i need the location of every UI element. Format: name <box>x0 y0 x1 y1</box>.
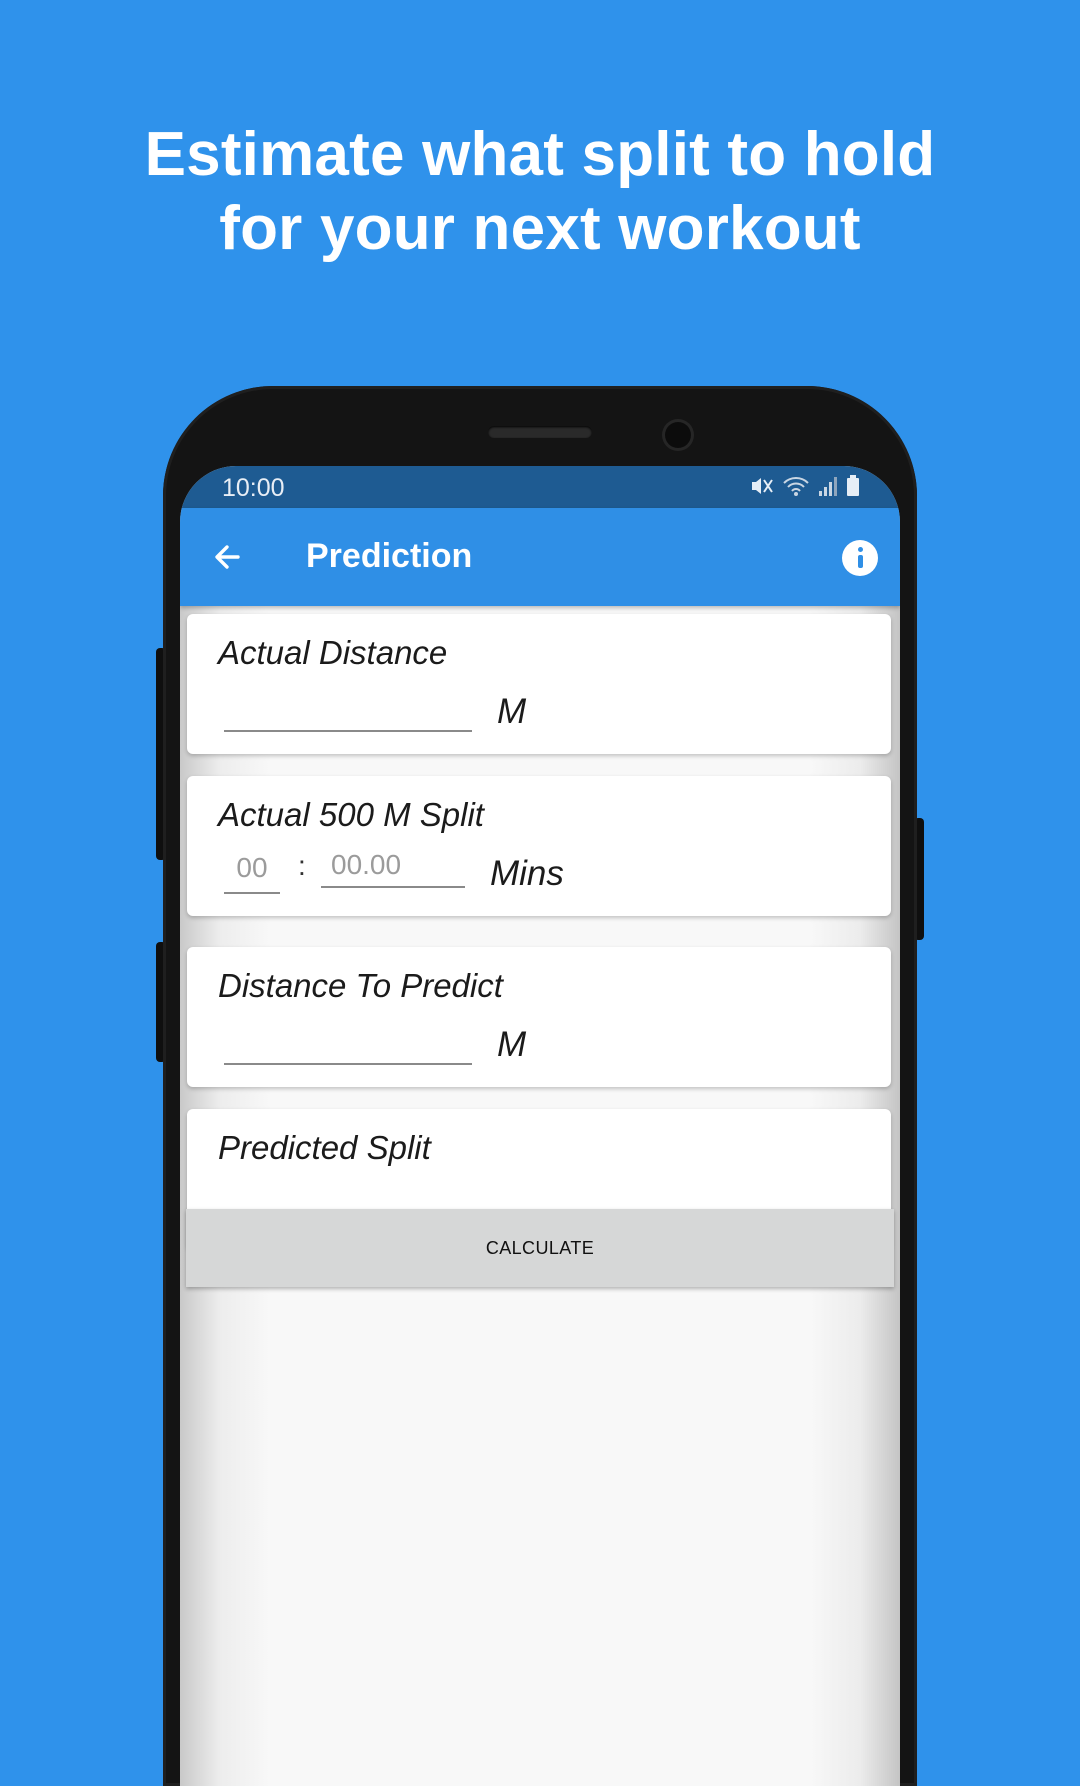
phone-frame: 10:00 Prediction Actual Distance M Actua… <box>163 386 917 1786</box>
wifi-icon <box>782 475 810 497</box>
status-time: 10:00 <box>222 474 285 502</box>
info-button[interactable] <box>842 540 878 576</box>
calculate-button[interactable]: CALCULATE <box>186 1209 894 1287</box>
phone-speaker <box>488 426 592 438</box>
page-title: Prediction <box>306 537 473 575</box>
phone-camera <box>665 422 691 448</box>
actual-distance-label: Actual Distance <box>218 634 448 671</box>
distance-to-predict-input[interactable] <box>224 1019 472 1065</box>
signal-icon <box>818 475 838 497</box>
battery-icon <box>846 475 860 497</box>
split-seconds-input[interactable] <box>321 848 465 888</box>
distance-to-predict-card: Distance To Predict M <box>187 947 891 1087</box>
actual-distance-input[interactable] <box>224 686 472 732</box>
mute-icon <box>750 475 774 497</box>
phone-screen: 10:00 Prediction Actual Distance M Actua… <box>180 466 900 1786</box>
headline-line-1: Estimate what split to hold <box>144 120 936 189</box>
headline-line-2: for your next workout <box>219 194 861 263</box>
actual-distance-card: Actual Distance M <box>187 614 891 754</box>
distance-to-predict-label: Distance To Predict <box>218 967 503 1004</box>
predicted-split-label: Predicted Split <box>218 1129 431 1166</box>
status-icons <box>750 475 860 497</box>
status-bar: 10:00 <box>180 466 900 508</box>
promo-headline: Estimate what split to hold for your nex… <box>0 118 1080 266</box>
split-unit: Mins <box>490 854 564 893</box>
actual-split-card: Actual 500 M Split : Mins <box>187 776 891 916</box>
arrow-left-icon <box>215 545 240 569</box>
actual-split-label: Actual 500 M Split <box>218 796 484 833</box>
app-bar: Prediction <box>180 508 900 606</box>
split-minutes-input[interactable] <box>224 848 280 894</box>
distance-to-predict-unit: M <box>497 1025 527 1064</box>
actual-distance-unit: M <box>497 692 527 731</box>
back-button[interactable] <box>208 536 250 578</box>
split-separator: : <box>298 850 306 881</box>
